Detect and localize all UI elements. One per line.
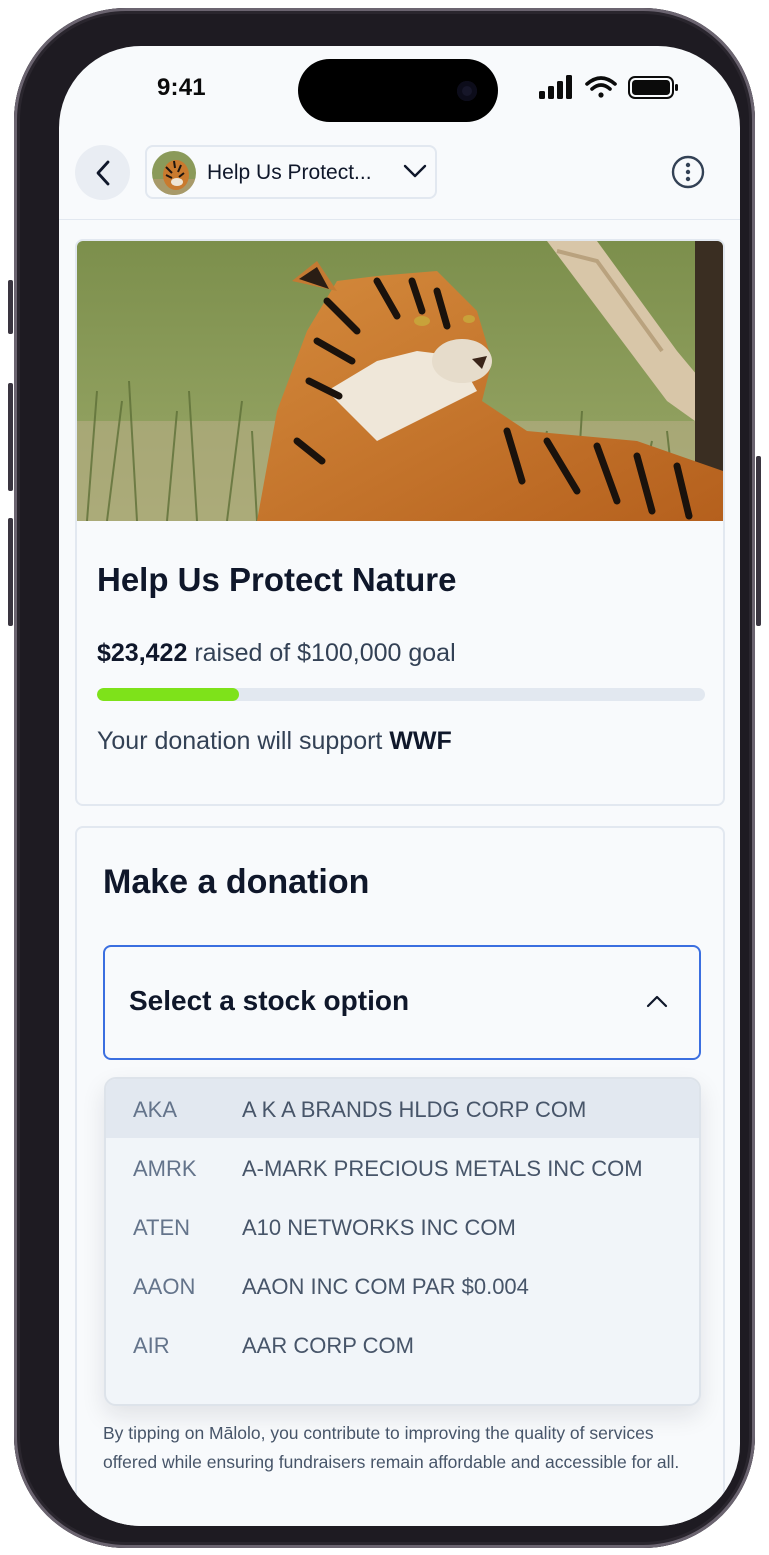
volume-down-button xyxy=(8,518,13,626)
raised-amount: $23,422 xyxy=(97,639,188,667)
more-options-button[interactable] xyxy=(671,155,705,189)
stock-option-name: A-MARK PRECIOUS METALS INC COM xyxy=(242,1156,643,1181)
volume-up-button xyxy=(8,383,13,491)
power-button xyxy=(756,456,761,626)
signal-icon xyxy=(539,75,572,99)
chevron-left-icon xyxy=(96,160,109,185)
stock-option-air[interactable]: AIR AAR CORP COM xyxy=(106,1315,699,1374)
raised-summary: $23,422 raised of $100,000 goal xyxy=(97,639,456,668)
stock-option-ticker: ATEN xyxy=(133,1215,191,1240)
campaign-title: Help Us Protect Nature xyxy=(97,561,457,598)
stock-option-aka[interactable]: AKA A K A BRANDS HLDG CORP COM xyxy=(106,1079,699,1138)
wifi-icon xyxy=(585,76,617,98)
stock-dropdown-menu: AKA A K A BRANDS HLDG CORP COM AMRK A-MARK … xyxy=(104,1077,701,1406)
stock-option-name: A10 NETWORKS INC COM xyxy=(242,1215,516,1240)
campaign-title-short: Help Us Protect... xyxy=(207,161,372,184)
donation-card: Make a donation Select a stock option AK… xyxy=(75,826,725,1526)
dynamic-island xyxy=(298,59,498,122)
chevron-up-icon xyxy=(646,995,668,1008)
progress-fill xyxy=(97,688,240,701)
stock-option-name: AAON INC COM PAR $0.004 xyxy=(242,1274,529,1299)
status-time: 9:41 xyxy=(157,74,206,101)
stock-option-aten[interactable]: ATEN A10 NETWORKS INC COM xyxy=(106,1197,699,1256)
status-icons xyxy=(539,75,678,99)
stock-select[interactable]: Select a stock option xyxy=(103,945,701,1060)
tip-note: By tipping on Mālolo, you contribute to … xyxy=(103,1423,680,1472)
stock-option-ticker: AKA xyxy=(133,1097,178,1122)
tiger-photo xyxy=(77,241,723,521)
campaign-hero-image xyxy=(77,241,723,521)
action-button xyxy=(8,280,13,334)
phone-frame: 9:41 Help Us Protect... Help Us Protect … xyxy=(8,8,761,1548)
campaign-switcher[interactable]: Help Us Protect... xyxy=(145,145,437,199)
goal-text: raised of $100,000 goal xyxy=(187,639,456,667)
stock-select-label: Select a stock option xyxy=(129,985,410,1016)
top-nav-bar: Help Us Protect... xyxy=(59,142,740,220)
battery-icon xyxy=(628,76,678,99)
back-button[interactable] xyxy=(75,145,130,200)
donation-title: Make a donation xyxy=(103,863,370,901)
campaign-avatar xyxy=(152,151,196,195)
screen: 9:41 Help Us Protect... Help Us Protect … xyxy=(59,46,740,1526)
beneficiary-name: WWF xyxy=(389,727,452,755)
stock-option-name: AAR CORP COM xyxy=(242,1333,414,1358)
stock-option-ticker: AMRK xyxy=(133,1156,197,1181)
stock-option-aaon[interactable]: AAON AAON INC COM PAR $0.004 xyxy=(106,1256,699,1315)
camera-icon xyxy=(457,81,477,101)
stock-option-amrk[interactable]: AMRK A-MARK PRECIOUS METALS INC COM xyxy=(106,1138,699,1197)
chevron-down-icon xyxy=(403,164,427,178)
campaign-card: Help Us Protect Nature $23,422 raised of… xyxy=(75,239,725,806)
support-prefix: Your donation will support xyxy=(97,727,390,755)
stock-option-name: A K A BRANDS HLDG CORP COM xyxy=(242,1097,587,1122)
beneficiary-line: Your donation will support WWF xyxy=(97,727,452,756)
stock-option-ticker: AIR xyxy=(133,1333,170,1358)
stock-option-ticker: AAON xyxy=(133,1274,196,1299)
progress-bar xyxy=(97,688,705,701)
